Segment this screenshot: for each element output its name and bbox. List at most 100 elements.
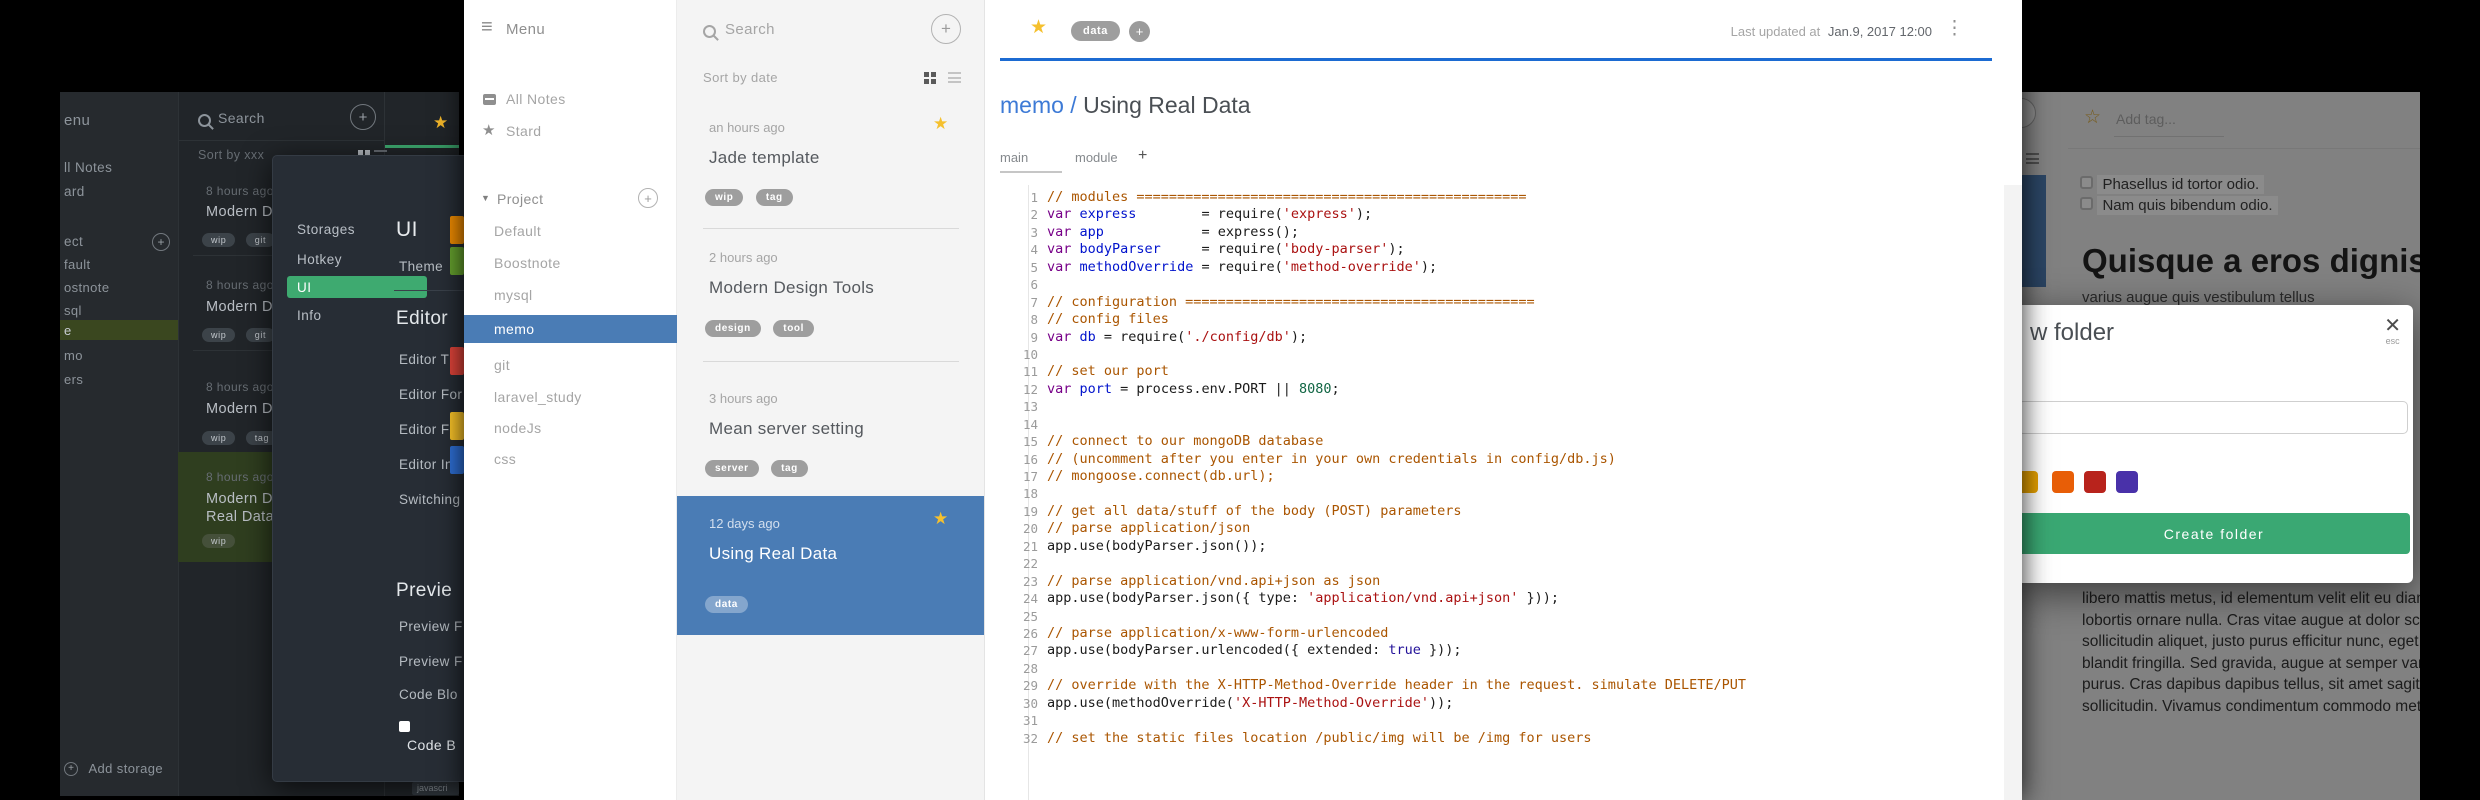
tag-pill[interactable]: wip bbox=[202, 233, 236, 247]
dark-sidebar-item-starred[interactable]: ard bbox=[64, 184, 85, 199]
list-view-icon[interactable] bbox=[2026, 153, 2039, 167]
dark-folder-item[interactable]: mo bbox=[64, 348, 83, 363]
tag-pill[interactable]: wip bbox=[705, 189, 744, 206]
tag-pill[interactable]: wip bbox=[202, 534, 236, 548]
note-title[interactable]: Jade template bbox=[709, 148, 820, 168]
sidebar-folder-memo-selected[interactable]: memo bbox=[464, 315, 677, 343]
create-folder-button[interactable]: Create folder bbox=[2018, 513, 2410, 554]
dark-folder-item[interactable]: ostnote bbox=[64, 280, 109, 295]
tab-module[interactable]: module bbox=[1075, 150, 1118, 165]
caret-down-icon[interactable]: ▼ bbox=[481, 193, 490, 203]
tag-pill[interactable]: design bbox=[705, 320, 761, 337]
add-tag-button[interactable]: + bbox=[1129, 21, 1150, 42]
tag-pill[interactable]: wip bbox=[202, 431, 236, 445]
todo-row[interactable]: Phasellus id tortor odio. bbox=[2080, 175, 2265, 194]
close-icon[interactable]: ✕ bbox=[2384, 313, 2401, 338]
dark-folder-item[interactable]: fault bbox=[64, 257, 91, 272]
star-icon[interactable]: ★ bbox=[433, 113, 448, 133]
note-breadcrumb-title[interactable]: memo / Using Real Data bbox=[1000, 92, 1251, 119]
code-editor[interactable]: 1 // modules ============================… bbox=[985, 189, 2004, 747]
modal-close[interactable]: ✕ esc bbox=[2384, 313, 2401, 346]
star-icon[interactable]: ★ bbox=[933, 114, 948, 134]
dark-sort-label[interactable]: Sort by xxx bbox=[198, 148, 264, 162]
folder-name-input[interactable] bbox=[2018, 401, 2408, 434]
dark-folder-item-selected[interactable]: e bbox=[60, 320, 178, 340]
dark-menu-label[interactable]: enu bbox=[64, 112, 90, 129]
sidebar-folder-boostnote[interactable]: Boostnote bbox=[494, 255, 561, 271]
tag-pill[interactable]: tag bbox=[771, 460, 808, 477]
sidebar-folder-css[interactable]: css bbox=[494, 451, 516, 467]
folder-color-swatch[interactable] bbox=[2116, 471, 2138, 493]
tag-pill[interactable]: git bbox=[245, 328, 276, 342]
selected-note[interactable]: 12 days ago ★ Using Real Data data bbox=[677, 496, 984, 635]
tab-main[interactable]: main bbox=[1000, 150, 1028, 165]
color-swatch[interactable] bbox=[450, 446, 464, 474]
checkbox-icon[interactable] bbox=[2080, 197, 2093, 210]
color-swatch[interactable] bbox=[450, 412, 464, 440]
color-swatch[interactable] bbox=[450, 347, 464, 375]
sort-by-label[interactable]: Sort by date bbox=[703, 70, 778, 85]
new-note-button-partial[interactable] bbox=[2022, 98, 2036, 128]
add-tab-button[interactable]: + bbox=[1138, 147, 1147, 165]
search-input[interactable]: Search bbox=[725, 21, 775, 38]
dark-folder-item[interactable]: ers bbox=[64, 372, 83, 387]
settings-nav-ui-selected[interactable]: UI bbox=[287, 276, 427, 298]
sidebar-folder-git[interactable]: git bbox=[494, 357, 510, 373]
main-window: ≡ Menu All Notes ★ Stard ▼ Project + Def… bbox=[464, 0, 2022, 800]
selected-note-edge[interactable] bbox=[2022, 175, 2046, 287]
line-number: 5 bbox=[1030, 259, 1038, 275]
dark-add-folder-button[interactable]: + bbox=[152, 233, 170, 251]
sidebar-project-label[interactable]: Project bbox=[497, 191, 543, 207]
list-view-icon[interactable] bbox=[948, 72, 961, 86]
hamburger-menu-icon[interactable]: ≡ bbox=[481, 16, 493, 39]
editor-scrollbar[interactable] bbox=[2004, 185, 2022, 800]
sidebar-folder-nodejs[interactable]: nodeJs bbox=[494, 420, 542, 436]
folder-color-swatch[interactable] bbox=[2084, 471, 2106, 493]
add-tag-input[interactable]: Add tag... bbox=[2116, 111, 2176, 127]
tag-pill[interactable]: tag bbox=[755, 189, 793, 206]
kebab-menu-icon[interactable]: ⋮ bbox=[1945, 17, 1964, 40]
note-tag-pill[interactable]: data bbox=[1071, 21, 1121, 41]
dark-sidebar-project-label[interactable]: ect bbox=[64, 234, 83, 249]
color-swatch[interactable] bbox=[450, 216, 464, 244]
sidebar-folder-default[interactable]: Default bbox=[494, 223, 541, 239]
tag-pill[interactable]: tool bbox=[773, 320, 815, 337]
dark-search-input[interactable]: Search bbox=[218, 110, 265, 126]
note-title[interactable]: Mean server setting bbox=[709, 419, 864, 439]
star-outline-icon[interactable]: ☆ bbox=[2084, 106, 2101, 129]
tag-pill[interactable]: server bbox=[705, 460, 759, 477]
note-title[interactable]: Modern Design Tools bbox=[709, 278, 874, 298]
checkbox-icon[interactable] bbox=[2080, 176, 2093, 189]
dark-add-storage[interactable]: + Add storage bbox=[64, 760, 163, 778]
settings-nav-storages[interactable]: Storages bbox=[297, 222, 355, 237]
line-number: 25 bbox=[1022, 608, 1038, 624]
sidebar-item-starred[interactable]: Stard bbox=[506, 123, 541, 139]
dark-new-note-button[interactable]: + bbox=[350, 104, 376, 130]
sidebar-item-all-notes[interactable]: All Notes bbox=[506, 91, 566, 107]
line-number: 16 bbox=[1022, 451, 1038, 467]
grid-view-icon[interactable] bbox=[924, 72, 936, 84]
dark-folder-item[interactable]: sql bbox=[64, 303, 82, 318]
tag-pill[interactable]: wip bbox=[202, 328, 236, 342]
color-swatch[interactable] bbox=[450, 247, 464, 275]
new-note-button[interactable]: + bbox=[931, 14, 961, 44]
preview-subline: varius augue quis vestibulum tellus bbox=[2082, 289, 2315, 306]
line-number: 8 bbox=[1030, 312, 1038, 328]
tag-pill[interactable]: data bbox=[705, 596, 748, 613]
todo-row[interactable]: Nam quis bibendum odio. bbox=[2080, 196, 2278, 215]
tag-pill[interactable]: git bbox=[245, 233, 276, 247]
add-folder-button[interactable]: + bbox=[638, 188, 658, 208]
star-icon[interactable]: ★ bbox=[933, 509, 948, 529]
line-number: 17 bbox=[1022, 469, 1038, 484]
sidebar-folder-mysql[interactable]: mysql bbox=[494, 287, 533, 303]
settings-nav-info[interactable]: Info bbox=[297, 308, 322, 323]
dark-sidebar-item-all-notes[interactable]: ll Notes bbox=[64, 160, 112, 175]
checkbox-icon[interactable] bbox=[399, 721, 410, 733]
note-tags: wip git bbox=[202, 230, 281, 248]
star-icon[interactable]: ★ bbox=[1030, 16, 1047, 39]
menu-label[interactable]: Menu bbox=[506, 21, 545, 38]
folder-color-swatch[interactable] bbox=[2052, 471, 2074, 493]
sidebar-folder-laravel-study[interactable]: laravel_study bbox=[494, 389, 582, 405]
line-number: 4 bbox=[1030, 242, 1038, 258]
settings-nav-hotkey[interactable]: Hotkey bbox=[297, 252, 342, 267]
